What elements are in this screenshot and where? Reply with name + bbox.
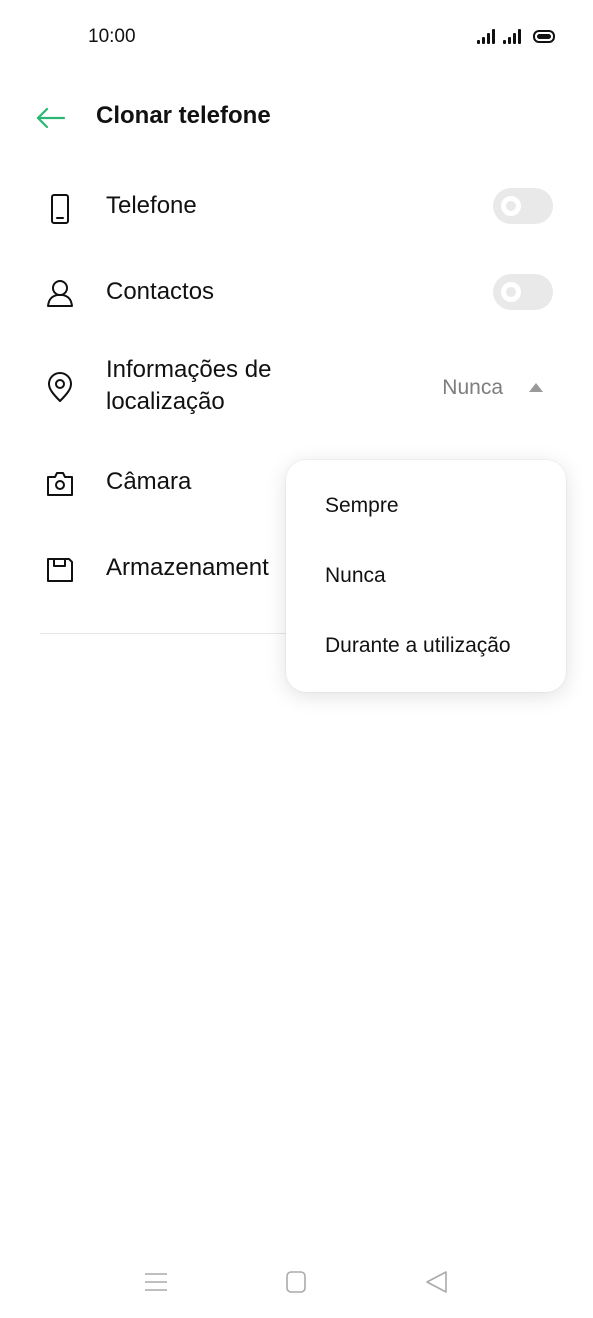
contactos-toggle[interactable]: [493, 274, 553, 310]
home-icon[interactable]: [281, 1268, 311, 1296]
phone-icon: [40, 189, 80, 229]
status-icons: [477, 28, 555, 44]
signal-icon: [477, 28, 495, 44]
dropdown-option-nunca[interactable]: Nunca: [325, 564, 386, 588]
menu-icon[interactable]: [141, 1268, 171, 1296]
caret-up-icon[interactable]: [529, 383, 543, 392]
status-bar: 10:00: [0, 0, 593, 78]
dropdown-option-sempre[interactable]: Sempre: [325, 494, 399, 518]
telefone-toggle[interactable]: [493, 188, 553, 224]
setting-label: Contactos: [106, 278, 215, 305]
setting-row-contactos[interactable]: Contactos: [0, 272, 593, 314]
system-nav-bar: [0, 1252, 593, 1312]
setting-label: Telefone: [106, 192, 197, 219]
toggle-knob: [501, 196, 521, 216]
dropdown-menu: Sempre Nunca Durante a utilização: [286, 460, 566, 692]
battery-icon: [533, 30, 555, 43]
setting-label: Armazenament: [106, 554, 269, 581]
setting-label-line1: Informações de: [106, 356, 272, 383]
camera-icon: [40, 464, 80, 504]
back-triangle-icon[interactable]: [421, 1268, 451, 1296]
location-pin-icon: [40, 368, 80, 408]
setting-label: Câmara: [106, 468, 192, 495]
toggle-knob: [501, 282, 521, 302]
storage-icon: [40, 550, 80, 590]
dropdown-value[interactable]: Nunca: [442, 376, 503, 400]
arrow-left-icon[interactable]: [32, 102, 72, 134]
page-title: Clonar telefone: [96, 102, 271, 129]
contact-icon: [40, 274, 80, 314]
signal-icon: [503, 28, 521, 44]
setting-row-localizacao[interactable]: Informações de localização Nunca: [0, 352, 593, 422]
status-time: 10:00: [88, 26, 136, 47]
app-header: Clonar telefone: [0, 88, 593, 148]
dropdown-option-durante[interactable]: Durante a utilização: [325, 634, 511, 658]
setting-row-telefone[interactable]: Telefone: [0, 186, 593, 228]
setting-label-line2: localização: [106, 388, 225, 415]
